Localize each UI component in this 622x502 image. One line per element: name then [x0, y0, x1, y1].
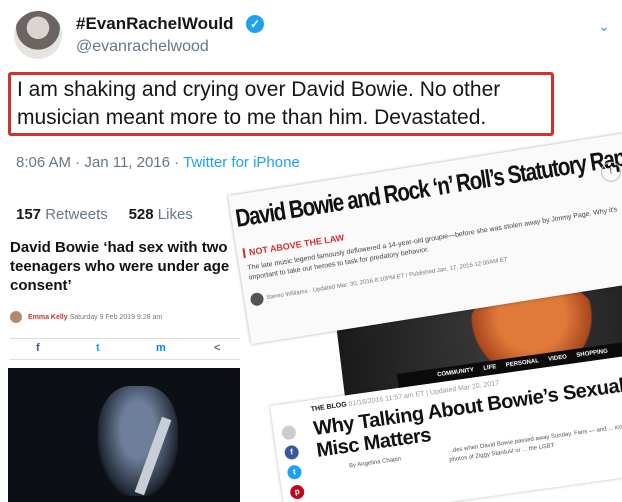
comment-icon[interactable]	[280, 424, 297, 441]
section-name[interactable]: THE BLOG	[310, 401, 347, 413]
verified-badge-icon: ✓	[246, 15, 264, 33]
facebook-share-icon[interactable]: f	[36, 342, 40, 354]
tweet-source-link[interactable]: Twitter for iPhone	[183, 154, 300, 171]
author-name[interactable]: Emma Kelly	[28, 314, 68, 321]
tweet-timestamp[interactable]: 8:06 AM · Jan 11, 2016 ·	[16, 154, 183, 171]
huffpost-article-clip: COMMUNITY LIFE PERSONAL VIDEO SHOPPING T…	[270, 337, 622, 502]
likes-label: Likes	[157, 206, 193, 223]
twitter-share-icon[interactable]: t	[286, 464, 303, 481]
avatar[interactable]	[14, 11, 62, 59]
tweet-stats: 157 Retweets 528 Likes	[16, 206, 193, 223]
left-article-byline: Emma Kelly Saturday 9 Feb 2019 9:28 am	[10, 311, 162, 323]
twitter-share-icon[interactable]: t	[96, 342, 100, 354]
messenger-share-icon[interactable]: m	[156, 342, 166, 354]
author-avatar	[249, 291, 265, 307]
article-byline[interactable]: By Angelina Chapin	[349, 456, 402, 469]
author-avatar	[10, 311, 22, 323]
pinterest-share-icon[interactable]: p	[289, 484, 306, 500]
tweet-meta: 8:06 AM · Jan 11, 2016 · Twitter for iPh…	[16, 154, 300, 171]
handle[interactable]: @evanrachelwood	[76, 38, 209, 56]
left-article-headline[interactable]: David Bowie ‘had sex with two teenagers …	[10, 238, 232, 295]
retweets-count: 157	[16, 206, 42, 223]
chevron-down-icon[interactable]: ⌄	[590, 12, 618, 40]
share-row: f t m <	[10, 338, 240, 360]
article-date: Saturday 9 Feb 2019 9:28 am	[69, 313, 163, 321]
retweets-stat[interactable]: 157 Retweets	[16, 206, 108, 223]
tweet-text: I am shaking and crying over David Bowie…	[8, 72, 554, 136]
display-name[interactable]: #EvanRachelWould	[76, 14, 233, 34]
share-column: f t p	[280, 424, 308, 502]
facebook-share-icon[interactable]: f	[283, 444, 300, 461]
likes-stat[interactable]: 528 Likes	[129, 206, 193, 223]
retweets-label: Retweets	[45, 206, 108, 223]
share-icon[interactable]: <	[214, 342, 220, 354]
likes-count: 528	[128, 206, 154, 223]
bowie-concert-photo	[8, 368, 240, 502]
